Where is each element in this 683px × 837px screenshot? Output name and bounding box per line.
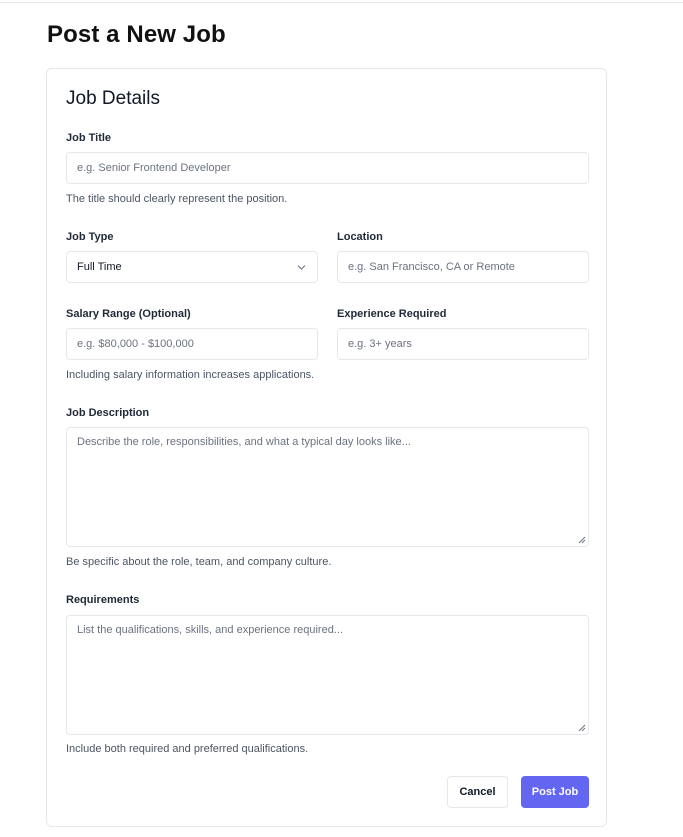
location-field[interactable]: [337, 251, 589, 283]
requirements-label: Requirements: [66, 594, 140, 606]
description-textarea[interactable]: [66, 427, 589, 547]
experience-input[interactable]: [348, 329, 578, 359]
description-help: Be specific about the role, team, and co…: [66, 556, 332, 568]
salary-help: Including salary information increases a…: [66, 369, 315, 381]
resize-handle-icon[interactable]: [578, 536, 586, 544]
requirements-input[interactable]: [77, 624, 578, 726]
experience-field[interactable]: [337, 328, 589, 360]
requirements-textarea[interactable]: [66, 615, 589, 735]
description-input[interactable]: [77, 436, 578, 538]
chevron-down-icon: [297, 265, 306, 270]
job-details-card: Job Details Job Title The title should c…: [46, 68, 607, 827]
experience-label: Experience Required: [337, 308, 447, 320]
job-title-field[interactable]: [66, 152, 589, 184]
location-label: Location: [337, 231, 383, 243]
salary-input[interactable]: [77, 329, 307, 359]
post-job-button[interactable]: Post Job: [521, 776, 589, 808]
salary-field[interactable]: [66, 328, 318, 360]
location-input[interactable]: [348, 252, 578, 282]
job-type-label: Job Type: [66, 231, 114, 243]
job-type-value: Full Time: [77, 261, 122, 273]
job-title-label: Job Title: [66, 132, 112, 144]
requirements-help: Include both required and preferred qual…: [66, 743, 309, 755]
cancel-button[interactable]: Cancel: [447, 776, 508, 808]
job-type-select[interactable]: Full Time: [66, 251, 318, 283]
job-title-input[interactable]: [77, 153, 578, 183]
description-label: Job Description: [66, 407, 150, 419]
section-title: Job Details: [66, 88, 160, 109]
salary-label: Salary Range (Optional): [66, 308, 191, 320]
resize-handle-icon[interactable]: [578, 724, 586, 732]
page-title: Post a New Job: [47, 21, 226, 48]
job-title-help: The title should clearly represent the p…: [66, 193, 288, 205]
top-divider: [0, 2, 683, 3]
